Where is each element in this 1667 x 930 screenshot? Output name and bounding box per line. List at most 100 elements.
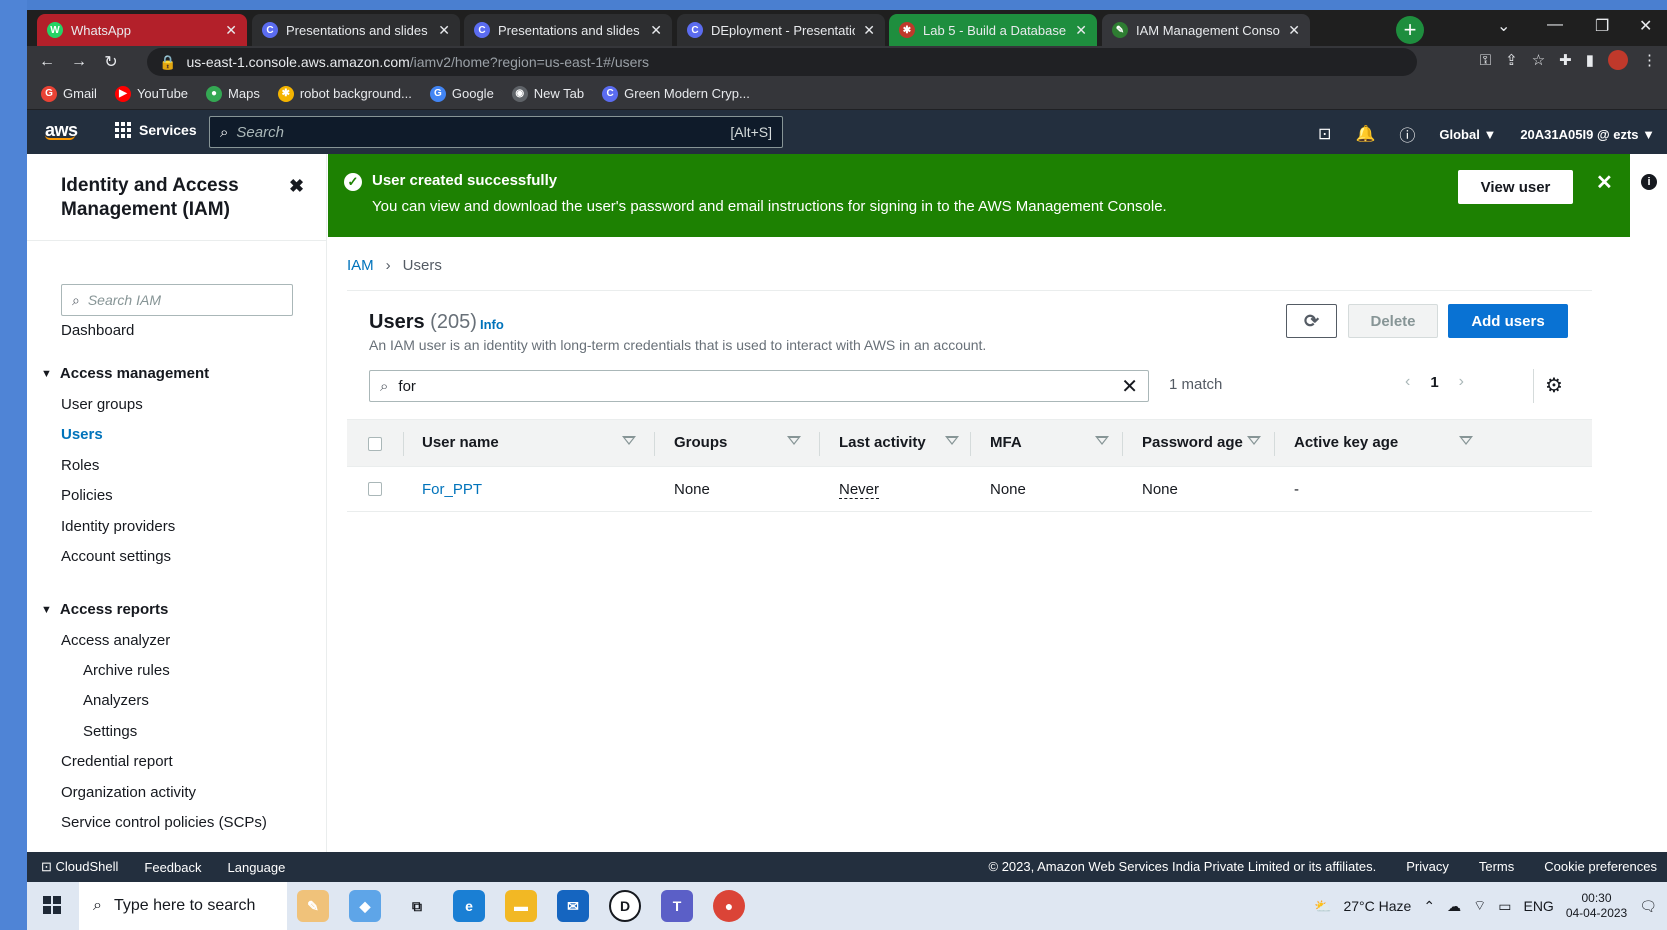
bookmark-item[interactable]: ◉ New Tab bbox=[511, 85, 584, 102]
view-user-button[interactable]: View user bbox=[1458, 170, 1573, 204]
sidebar-item-identity-providers[interactable]: Identity providers bbox=[61, 518, 175, 535]
sidebar-item-user-groups[interactable]: User groups bbox=[61, 396, 143, 413]
info-link[interactable]: Info bbox=[480, 317, 504, 332]
sort-caret-icon[interactable] bbox=[787, 436, 801, 445]
close-icon[interactable]: ✕ bbox=[1596, 170, 1613, 195]
onedrive-icon[interactable]: ☁ bbox=[1447, 898, 1461, 915]
key-icon[interactable]: ⚿ bbox=[1480, 52, 1491, 69]
row-checkbox[interactable] bbox=[368, 482, 382, 496]
table-row[interactable]: For_PPT None Never None None - bbox=[347, 467, 1592, 512]
column-header[interactable]: Password age bbox=[1142, 434, 1243, 451]
browser-tab[interactable]: ✱ Lab 5 - Build a Database Se ✕ bbox=[889, 14, 1097, 46]
chrome-icon[interactable]: ● bbox=[713, 890, 745, 922]
sidebar-item-analyzers[interactable]: Analyzers bbox=[83, 692, 149, 709]
sidebar-item-settings[interactable]: Settings bbox=[83, 723, 137, 740]
sort-caret-icon[interactable] bbox=[945, 436, 959, 445]
browser-tab[interactable]: W WhatsApp ✕ bbox=[37, 14, 247, 46]
sidebar-item-archive-rules[interactable]: Archive rules bbox=[83, 662, 170, 679]
sidebar-item-dashboard[interactable]: Dashboard bbox=[61, 322, 134, 339]
bookmark-item[interactable]: C Green Modern Cryp... bbox=[602, 85, 750, 102]
clear-filter-icon[interactable]: ✕ bbox=[1121, 374, 1138, 399]
clock[interactable]: 00:30 04-04-2023 bbox=[1566, 891, 1627, 921]
sidebar-item-account-settings[interactable]: Account settings bbox=[61, 548, 171, 565]
users-filter-input[interactable]: ⌕ for ✕ bbox=[369, 370, 1149, 402]
windows-start-icon[interactable] bbox=[43, 896, 61, 914]
cloudshell-icon[interactable]: ⊡ bbox=[1318, 124, 1331, 144]
edge-icon[interactable]: e bbox=[453, 890, 485, 922]
language-link[interactable]: Language bbox=[228, 860, 286, 875]
close-tab-icon[interactable]: ✕ bbox=[650, 22, 662, 39]
weather-text[interactable]: 27°C Haze bbox=[1343, 898, 1411, 914]
column-header[interactable]: Groups bbox=[674, 434, 727, 451]
column-header[interactable]: User name bbox=[422, 434, 499, 451]
help-icon[interactable]: ⓘ bbox=[1399, 122, 1415, 146]
share-icon[interactable]: ⇪ bbox=[1505, 51, 1518, 69]
new-tab-button[interactable]: + bbox=[1396, 16, 1424, 44]
battery-icon[interactable]: ▭ bbox=[1498, 898, 1511, 915]
bookmark-item[interactable]: ▶ YouTube bbox=[114, 85, 188, 102]
close-tab-icon[interactable]: ✕ bbox=[1288, 22, 1300, 39]
chevron-up-icon[interactable]: ⌃ bbox=[1423, 898, 1435, 915]
sort-caret-icon[interactable] bbox=[1459, 436, 1473, 445]
copilot-icon[interactable]: ◆ bbox=[349, 890, 381, 922]
sidebar-item-policies[interactable]: Policies bbox=[61, 487, 113, 504]
mail-icon[interactable]: ✉ bbox=[557, 890, 589, 922]
privacy-link[interactable]: Privacy bbox=[1406, 859, 1449, 874]
select-all-checkbox[interactable] bbox=[368, 437, 382, 451]
column-header[interactable]: Active key age bbox=[1294, 434, 1398, 451]
cloudshell-link[interactable]: ⊡ CloudShell bbox=[41, 859, 118, 875]
sort-caret-icon[interactable] bbox=[1247, 436, 1261, 445]
sidebar-item-service-control-policies-scps-[interactable]: Service control policies (SCPs) bbox=[61, 814, 267, 831]
column-header[interactable]: Last activity bbox=[839, 434, 926, 451]
services-menu[interactable]: Services bbox=[115, 122, 197, 138]
teams-icon[interactable]: T bbox=[661, 890, 693, 922]
user-name-link[interactable]: For_PPT bbox=[422, 481, 482, 498]
sidebar-item-organization-activity[interactable]: Organization activity bbox=[61, 784, 196, 801]
url-field[interactable]: 🔒 us-east-1.console.aws.amazon.com/iamv2… bbox=[147, 48, 1417, 76]
notification-icon[interactable]: 🗨 bbox=[1639, 898, 1657, 915]
close-window-icon[interactable]: ✕ bbox=[1639, 16, 1652, 36]
browser-tab[interactable]: C Presentations and slides for ✕ bbox=[464, 14, 672, 46]
breadcrumb-iam[interactable]: IAM bbox=[347, 257, 374, 274]
bookmark-star-icon[interactable]: ☆ bbox=[1532, 51, 1545, 69]
language-indicator[interactable]: ENG bbox=[1523, 898, 1553, 914]
restore-icon[interactable]: ❐ bbox=[1595, 16, 1609, 36]
taskbar-search[interactable]: ⌕ Type here to search bbox=[79, 882, 287, 930]
reload-icon[interactable]: ↻ bbox=[95, 52, 127, 72]
bookmark-item[interactable]: ● Maps bbox=[206, 85, 260, 102]
close-sidebar-icon[interactable]: ✖ bbox=[289, 176, 304, 197]
chevron-right-icon[interactable]: › bbox=[1459, 373, 1464, 391]
sort-caret-icon[interactable] bbox=[622, 436, 636, 445]
dell-icon[interactable]: D bbox=[609, 890, 641, 922]
cookie-preferences-link[interactable]: Cookie preferences bbox=[1544, 859, 1657, 874]
bookmark-item[interactable]: G Google bbox=[429, 85, 494, 102]
close-tab-icon[interactable]: ✕ bbox=[863, 22, 875, 39]
terms-link[interactable]: Terms bbox=[1479, 859, 1514, 874]
feedback-link[interactable]: Feedback bbox=[144, 860, 201, 875]
browser-tab[interactable]: C DEployment - Presentation ✕ bbox=[677, 14, 885, 46]
refresh-button[interactable]: ⟳ bbox=[1286, 304, 1337, 338]
search-iam-input[interactable]: ⌕ Search IAM bbox=[61, 284, 293, 316]
region-selector[interactable]: Global ▼ bbox=[1439, 127, 1496, 142]
forward-icon[interactable]: → bbox=[63, 53, 95, 71]
bookmark-item[interactable]: G Gmail bbox=[41, 85, 97, 102]
sidebar-section-access-reports[interactable]: ▼ Access reports bbox=[41, 601, 168, 618]
last-activity-cell[interactable]: Never bbox=[839, 481, 880, 499]
sidebar-item-credential-report[interactable]: Credential report bbox=[61, 753, 173, 770]
profile-avatar[interactable] bbox=[1608, 50, 1628, 70]
column-header[interactable]: MFA bbox=[990, 434, 1022, 451]
page-number[interactable]: 1 bbox=[1430, 374, 1438, 391]
menu-icon[interactable]: ⋮ bbox=[1642, 51, 1657, 69]
file-explorer-icon[interactable]: ▬ bbox=[505, 890, 537, 922]
sort-caret-icon[interactable] bbox=[1095, 436, 1109, 445]
wifi-icon[interactable]: ⌔ bbox=[1473, 897, 1486, 915]
delete-button[interactable]: Delete bbox=[1348, 304, 1438, 338]
tab-search-icon[interactable]: ⌄ bbox=[1497, 16, 1510, 36]
browser-tab[interactable]: C Presentations and slides for ✕ bbox=[252, 14, 460, 46]
close-tab-icon[interactable]: ✕ bbox=[438, 22, 450, 39]
back-icon[interactable]: ← bbox=[31, 53, 63, 71]
browser-tab[interactable]: ✎ IAM Management Console ✕ bbox=[1102, 14, 1310, 46]
extensions-icon[interactable]: ✚ bbox=[1559, 51, 1572, 69]
gear-icon[interactable]: ⚙ bbox=[1545, 373, 1563, 398]
task-view-icon[interactable]: ⧉ bbox=[401, 890, 433, 922]
